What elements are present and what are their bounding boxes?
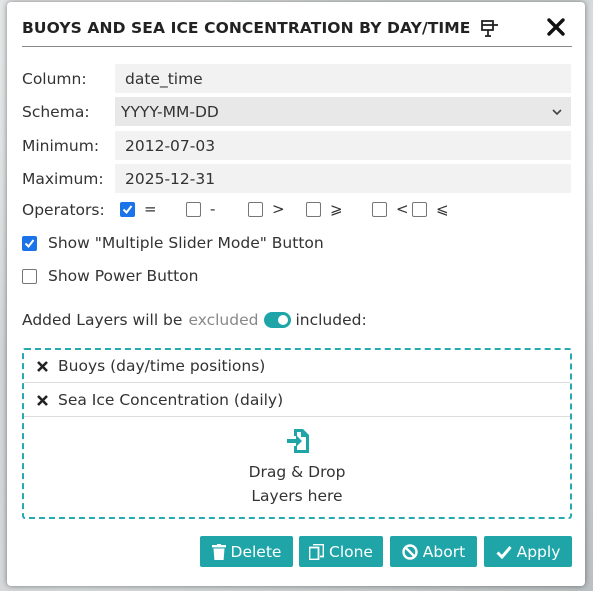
operator-greater-equal-checkbox[interactable] (306, 201, 321, 217)
layers-mode-prefix: Added Layers will be (22, 311, 183, 329)
abort-button[interactable]: Abort (390, 536, 477, 567)
remove-layer-icon[interactable] (36, 394, 49, 407)
pin-icon[interactable] (480, 18, 500, 38)
operators-label: Operators: (22, 201, 105, 219)
layer-drop-zone[interactable]: Buoys (day/time positions) Sea Ice Conce… (22, 348, 572, 519)
layers-mode-row: Added Layers will be excluded included: (22, 310, 367, 330)
operator-range[interactable]: - (186, 200, 215, 218)
power-button-checkbox[interactable] (22, 268, 37, 284)
operator-equal-checkbox[interactable] (120, 201, 135, 217)
operator-less-equal-symbol: ⩽ (436, 200, 449, 218)
minimum-input[interactable]: 2012-07-03 (115, 131, 571, 160)
operator-greater-symbol: > (272, 200, 285, 218)
close-icon[interactable] (546, 17, 566, 37)
remove-layer-icon[interactable] (36, 360, 49, 373)
column-label: Column: (22, 69, 87, 88)
operators-row: Operators: = - > ⩾ < ⩽ (22, 200, 572, 220)
clone-button-label: Clone (329, 542, 373, 561)
minimum-row: Minimum: (22, 131, 115, 160)
schema-row: Schema: (22, 97, 115, 126)
ban-icon (402, 543, 418, 560)
column-row: Column: (22, 64, 115, 93)
layers-mode-toggle[interactable] (264, 312, 292, 328)
operator-less-equal[interactable]: ⩽ (412, 200, 449, 218)
delete-button[interactable]: Delete (200, 536, 293, 567)
operator-equal[interactable]: = (120, 200, 157, 218)
operator-range-symbol: - (210, 200, 216, 218)
chevron-down-icon (552, 109, 562, 116)
power-button-option[interactable]: Show Power Button (22, 266, 198, 286)
maximum-input[interactable]: 2025-12-31 (115, 164, 571, 193)
operator-less-symbol: < (396, 200, 409, 218)
layer-item: Sea Ice Concentration (daily) (24, 384, 570, 417)
operator-greater-equal-symbol: ⩾ (330, 200, 343, 218)
layer-item: Buoys (day/time positions) (24, 350, 570, 383)
operator-less[interactable]: < (372, 200, 409, 218)
drop-hint-line2: Layers here (251, 487, 343, 505)
dialog-title: BUOYS AND SEA ICE CONCENTRATION BY DAY/T… (22, 19, 471, 37)
operator-less-checkbox[interactable] (372, 201, 387, 217)
title-bar: BUOYS AND SEA ICE CONCENTRATION BY DAY/T… (22, 10, 572, 47)
operator-greater[interactable]: > (248, 200, 285, 218)
operator-less-equal-checkbox[interactable] (412, 201, 427, 217)
maximum-label: Maximum: (22, 169, 104, 188)
schema-select[interactable]: YYYY-MM-DD (115, 97, 571, 126)
multi-slider-option[interactable]: Show "Multiple Slider Mode" Button (22, 233, 324, 253)
operator-range-checkbox[interactable] (186, 201, 201, 217)
abort-button-label: Abort (422, 542, 466, 561)
schema-label: Schema: (22, 102, 90, 121)
import-icon (287, 429, 309, 453)
drop-hint: Drag & Drop Layers here (24, 460, 570, 508)
minimum-label: Minimum: (22, 136, 100, 155)
trash-icon (211, 543, 226, 560)
layers-mode-included: included: (295, 311, 367, 329)
drop-hint-line1: Drag & Drop (248, 463, 346, 481)
layer-item-label: Sea Ice Concentration (daily) (58, 391, 284, 409)
column-input[interactable]: date_time (115, 64, 571, 93)
operator-equal-symbol: = (144, 200, 157, 218)
layers-mode-excluded: excluded (188, 311, 259, 329)
apply-button[interactable]: Apply (484, 536, 572, 567)
operator-greater-equal[interactable]: ⩾ (306, 200, 343, 218)
multi-slider-label: Show "Multiple Slider Mode" Button (48, 234, 324, 252)
schema-selected-value: YYYY-MM-DD (121, 102, 219, 121)
power-button-label: Show Power Button (48, 267, 199, 285)
delete-button-label: Delete (230, 542, 282, 561)
apply-button-label: Apply (516, 542, 561, 561)
multi-slider-checkbox[interactable] (22, 235, 37, 251)
copy-icon (309, 543, 324, 560)
clone-button[interactable]: Clone (299, 536, 383, 567)
filter-dialog: BUOYS AND SEA ICE CONCENTRATION BY DAY/T… (7, 2, 585, 586)
check-icon (496, 545, 512, 559)
layer-item-label: Buoys (day/time positions) (58, 357, 266, 375)
maximum-row: Maximum: (22, 164, 115, 193)
operator-greater-checkbox[interactable] (248, 201, 263, 217)
